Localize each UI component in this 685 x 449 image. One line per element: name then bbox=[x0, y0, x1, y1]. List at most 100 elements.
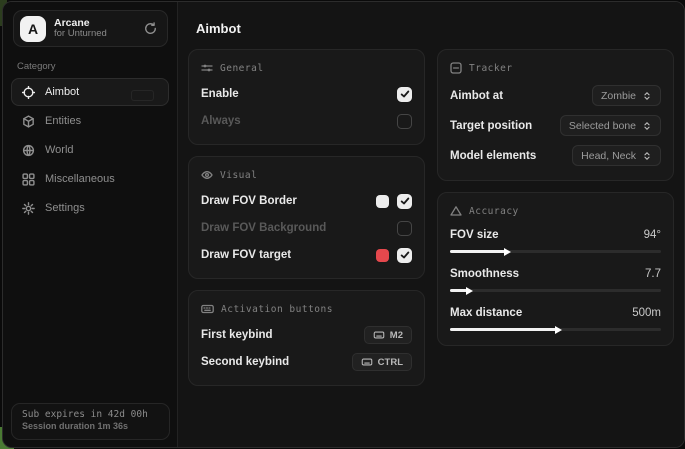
setting-row-max-distance: Max distance 500m bbox=[450, 304, 661, 331]
setting-label: Draw FOV Background bbox=[201, 222, 326, 234]
accuracy-card: Accuracy FOV size 94° Smoothness bbox=[437, 192, 674, 346]
color-swatch-red[interactable] bbox=[376, 249, 389, 262]
setting-row-fov-size: FOV size 94° bbox=[450, 226, 661, 253]
right-column: Tracker Aimbot at Zombie Target position bbox=[437, 49, 674, 386]
fov-size-slider[interactable] bbox=[450, 250, 661, 253]
slider-thumb[interactable] bbox=[504, 248, 511, 256]
dropdown-value: Head, Neck bbox=[581, 150, 636, 162]
target-position-dropdown[interactable]: Selected bone bbox=[560, 115, 661, 136]
activation-card: Activation buttons First keybind M2 Seco… bbox=[188, 290, 425, 386]
sidebar-item-entities[interactable]: Entities bbox=[11, 107, 169, 135]
section-title: General bbox=[220, 63, 264, 74]
subscription-info-card: Sub expires in 42d 00h Session duration … bbox=[11, 403, 170, 440]
sub-expiry-text: Sub expires in 42d 00h bbox=[22, 409, 159, 420]
keyboard-icon bbox=[201, 303, 214, 315]
slider-value: 500m bbox=[632, 307, 661, 319]
slider-value: 7.7 bbox=[645, 268, 661, 280]
max-distance-slider[interactable] bbox=[450, 328, 661, 331]
sidebar-item-world[interactable]: World bbox=[11, 136, 169, 164]
app-subtitle: for Unturned bbox=[54, 29, 136, 40]
keyboard-icon bbox=[361, 357, 373, 367]
sidebar-item-label: Entities bbox=[45, 115, 81, 127]
setting-label: FOV size bbox=[450, 229, 499, 241]
tracker-card: Tracker Aimbot at Zombie Target position bbox=[437, 49, 674, 181]
setting-label: Draw FOV target bbox=[201, 249, 291, 261]
expand-icon bbox=[642, 91, 652, 101]
setting-row-fov-border: Draw FOV Border bbox=[201, 190, 412, 212]
slider-value: 94° bbox=[644, 229, 661, 241]
sidebar-item-settings[interactable]: Settings bbox=[11, 194, 169, 222]
setting-row-enable: Enable bbox=[201, 83, 412, 105]
setting-label: Model elements bbox=[450, 150, 536, 162]
section-title: Tracker bbox=[469, 63, 513, 74]
sidebar: A Arcane for Unturned Category Aimbot En… bbox=[3, 2, 178, 447]
sidebar-item-label: Miscellaneous bbox=[45, 173, 115, 185]
fov-target-checkbox[interactable] bbox=[397, 248, 412, 263]
setting-row-always: Always bbox=[201, 110, 412, 132]
sidebar-item-label: Aimbot bbox=[45, 86, 79, 98]
section-title: Accuracy bbox=[469, 206, 519, 217]
globe-icon bbox=[22, 144, 35, 157]
color-swatch-white[interactable] bbox=[376, 195, 389, 208]
model-elements-dropdown[interactable]: Head, Neck bbox=[572, 145, 661, 166]
general-card: General Enable Always bbox=[188, 49, 425, 145]
main-content: Aimbot General Enable bbox=[178, 2, 685, 447]
left-column: General Enable Always bbox=[188, 49, 425, 386]
always-checkbox[interactable] bbox=[397, 114, 412, 129]
setting-label: Always bbox=[201, 115, 241, 127]
setting-row-first-keybind: First keybind M2 bbox=[201, 324, 412, 346]
setting-row-target-position: Target position Selected bone bbox=[450, 113, 661, 138]
sidebar-header-card: A Arcane for Unturned bbox=[13, 10, 168, 47]
keybind-value: CTRL bbox=[378, 357, 403, 368]
setting-row-fov-background: Draw FOV Background bbox=[201, 217, 412, 239]
eye-icon bbox=[201, 169, 213, 181]
setting-label: Smoothness bbox=[450, 268, 519, 280]
dropdown-value: Zombie bbox=[601, 90, 636, 102]
fov-border-checkbox[interactable] bbox=[397, 194, 412, 209]
sidebar-item-miscellaneous[interactable]: Miscellaneous bbox=[11, 165, 169, 193]
sidebar-item-aimbot[interactable]: Aimbot bbox=[11, 78, 169, 106]
setting-row-second-keybind: Second keybind CTRL bbox=[201, 351, 412, 373]
entities-icon bbox=[22, 115, 35, 128]
visual-card: Visual Draw FOV Border Draw FOV Backgrou… bbox=[188, 156, 425, 279]
sync-icon[interactable] bbox=[144, 22, 157, 35]
page-title: Aimbot bbox=[196, 21, 674, 36]
app-logo: A bbox=[20, 16, 46, 42]
fov-background-checkbox[interactable] bbox=[397, 221, 412, 236]
keyboard-icon bbox=[373, 330, 385, 340]
app-window: A Arcane for Unturned Category Aimbot En… bbox=[2, 1, 685, 448]
category-label: Category bbox=[17, 61, 177, 72]
expand-icon bbox=[642, 121, 652, 131]
slider-fill bbox=[450, 328, 556, 331]
setting-label: Second keybind bbox=[201, 356, 289, 368]
setting-row-model-elements: Model elements Head, Neck bbox=[450, 143, 661, 168]
crosshair-icon bbox=[22, 86, 35, 99]
section-title: Visual bbox=[220, 170, 257, 181]
second-keybind-button[interactable]: CTRL bbox=[352, 353, 412, 371]
setting-label: First keybind bbox=[201, 329, 273, 341]
setting-label: Draw FOV Border bbox=[201, 195, 297, 207]
sliders-icon bbox=[201, 62, 213, 74]
setting-row-smoothness: Smoothness 7.7 bbox=[450, 265, 661, 292]
app-titles: Arcane for Unturned bbox=[54, 17, 136, 40]
section-title: Activation buttons bbox=[221, 304, 333, 315]
grid-icon bbox=[22, 173, 35, 186]
setting-row-aimbot-at: Aimbot at Zombie bbox=[450, 83, 661, 108]
slider-thumb[interactable] bbox=[466, 287, 473, 295]
slider-fill bbox=[450, 250, 505, 253]
aimbot-at-dropdown[interactable]: Zombie bbox=[592, 85, 661, 106]
first-keybind-button[interactable]: M2 bbox=[364, 326, 412, 344]
keybind-value: M2 bbox=[390, 330, 403, 341]
slider-fill bbox=[450, 289, 467, 292]
setting-label: Aimbot at bbox=[450, 90, 503, 102]
enable-checkbox[interactable] bbox=[397, 87, 412, 102]
setting-label: Target position bbox=[450, 120, 532, 132]
sidebar-item-label: Settings bbox=[45, 202, 85, 214]
smoothness-slider[interactable] bbox=[450, 289, 661, 292]
slider-thumb[interactable] bbox=[555, 326, 562, 334]
setting-label: Max distance bbox=[450, 307, 522, 319]
setting-label: Enable bbox=[201, 88, 239, 100]
triangle-icon bbox=[450, 205, 462, 217]
nav-keybind-hint bbox=[131, 90, 154, 101]
sidebar-item-label: World bbox=[45, 144, 74, 156]
